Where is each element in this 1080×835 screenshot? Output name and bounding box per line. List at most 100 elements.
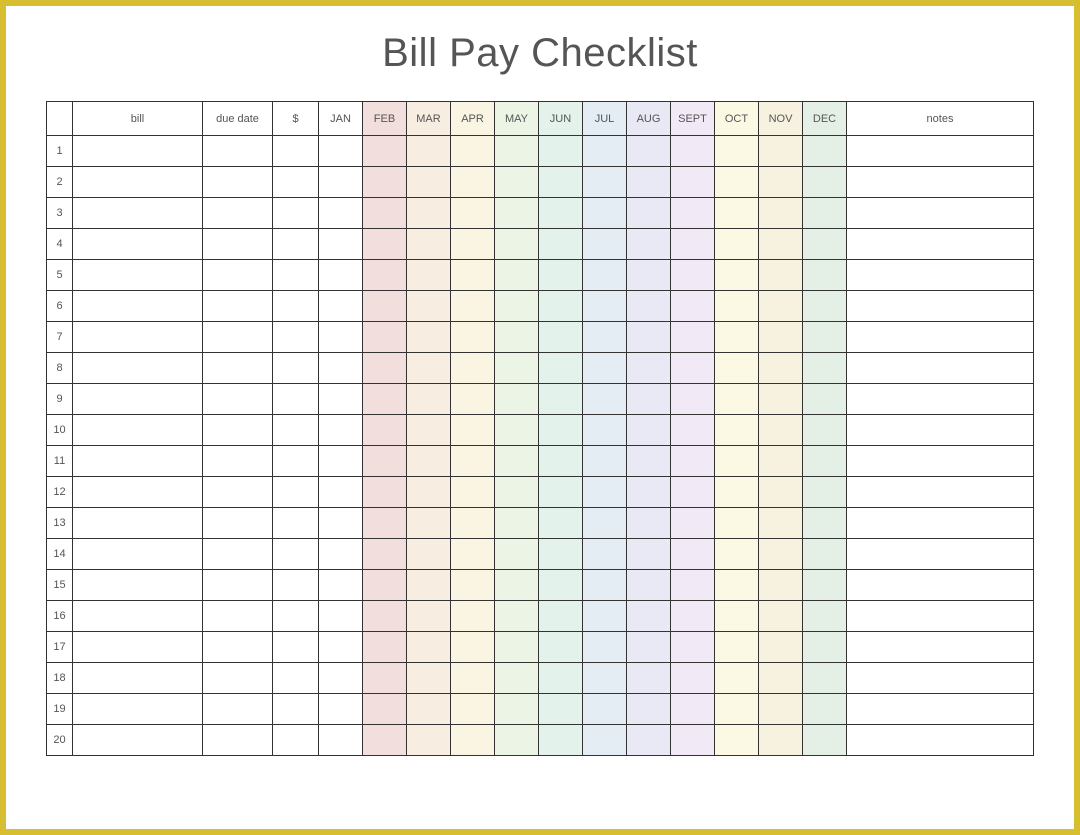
cell-month[interactable] bbox=[803, 353, 847, 384]
cell-month[interactable] bbox=[671, 632, 715, 663]
cell-month[interactable] bbox=[671, 694, 715, 725]
cell-month[interactable] bbox=[583, 198, 627, 229]
cell-month[interactable] bbox=[363, 477, 407, 508]
cell-month[interactable] bbox=[539, 136, 583, 167]
cell-due[interactable] bbox=[203, 694, 273, 725]
cell-amount[interactable] bbox=[273, 477, 319, 508]
cell-month[interactable] bbox=[539, 322, 583, 353]
cell-bill[interactable] bbox=[73, 508, 203, 539]
cell-month[interactable] bbox=[671, 198, 715, 229]
cell-month[interactable] bbox=[451, 322, 495, 353]
cell-month[interactable] bbox=[319, 415, 363, 446]
cell-notes[interactable] bbox=[847, 260, 1034, 291]
cell-month[interactable] bbox=[407, 570, 451, 601]
cell-month[interactable] bbox=[539, 167, 583, 198]
cell-month[interactable] bbox=[363, 446, 407, 477]
cell-amount[interactable] bbox=[273, 229, 319, 260]
cell-month[interactable] bbox=[803, 477, 847, 508]
cell-month[interactable] bbox=[319, 322, 363, 353]
cell-month[interactable] bbox=[495, 415, 539, 446]
cell-month[interactable] bbox=[539, 415, 583, 446]
cell-month[interactable] bbox=[319, 353, 363, 384]
cell-month[interactable] bbox=[319, 508, 363, 539]
cell-month[interactable] bbox=[627, 725, 671, 756]
cell-month[interactable] bbox=[583, 446, 627, 477]
cell-month[interactable] bbox=[539, 198, 583, 229]
cell-month[interactable] bbox=[539, 663, 583, 694]
cell-month[interactable] bbox=[451, 229, 495, 260]
cell-month[interactable] bbox=[539, 353, 583, 384]
cell-month[interactable] bbox=[319, 291, 363, 322]
cell-month[interactable] bbox=[803, 291, 847, 322]
cell-notes[interactable] bbox=[847, 322, 1034, 353]
cell-month[interactable] bbox=[715, 632, 759, 663]
cell-month[interactable] bbox=[583, 725, 627, 756]
cell-month[interactable] bbox=[495, 632, 539, 663]
cell-month[interactable] bbox=[495, 291, 539, 322]
cell-month[interactable] bbox=[363, 291, 407, 322]
cell-month[interactable] bbox=[539, 601, 583, 632]
cell-month[interactable] bbox=[627, 291, 671, 322]
cell-month[interactable] bbox=[319, 601, 363, 632]
cell-month[interactable] bbox=[583, 632, 627, 663]
cell-month[interactable] bbox=[759, 632, 803, 663]
cell-amount[interactable] bbox=[273, 353, 319, 384]
cell-month[interactable] bbox=[671, 539, 715, 570]
cell-due[interactable] bbox=[203, 322, 273, 353]
cell-month[interactable] bbox=[319, 384, 363, 415]
cell-month[interactable] bbox=[715, 384, 759, 415]
cell-month[interactable] bbox=[583, 539, 627, 570]
cell-month[interactable] bbox=[407, 198, 451, 229]
cell-month[interactable] bbox=[759, 570, 803, 601]
cell-month[interactable] bbox=[803, 508, 847, 539]
cell-month[interactable] bbox=[407, 601, 451, 632]
cell-month[interactable] bbox=[451, 601, 495, 632]
cell-notes[interactable] bbox=[847, 384, 1034, 415]
cell-notes[interactable] bbox=[847, 353, 1034, 384]
cell-month[interactable] bbox=[583, 291, 627, 322]
cell-month[interactable] bbox=[495, 198, 539, 229]
cell-amount[interactable] bbox=[273, 415, 319, 446]
cell-month[interactable] bbox=[451, 384, 495, 415]
cell-month[interactable] bbox=[363, 601, 407, 632]
cell-month[interactable] bbox=[803, 570, 847, 601]
cell-month[interactable] bbox=[407, 136, 451, 167]
cell-month[interactable] bbox=[495, 446, 539, 477]
cell-month[interactable] bbox=[803, 601, 847, 632]
cell-month[interactable] bbox=[715, 508, 759, 539]
cell-month[interactable] bbox=[495, 353, 539, 384]
cell-month[interactable] bbox=[495, 384, 539, 415]
cell-notes[interactable] bbox=[847, 601, 1034, 632]
cell-month[interactable] bbox=[451, 570, 495, 601]
cell-month[interactable] bbox=[539, 570, 583, 601]
cell-notes[interactable] bbox=[847, 632, 1034, 663]
cell-month[interactable] bbox=[671, 477, 715, 508]
cell-month[interactable] bbox=[715, 725, 759, 756]
cell-month[interactable] bbox=[407, 167, 451, 198]
cell-month[interactable] bbox=[671, 167, 715, 198]
cell-month[interactable] bbox=[671, 384, 715, 415]
cell-month[interactable] bbox=[627, 570, 671, 601]
cell-month[interactable] bbox=[363, 384, 407, 415]
cell-month[interactable] bbox=[715, 136, 759, 167]
cell-due[interactable] bbox=[203, 601, 273, 632]
cell-month[interactable] bbox=[627, 539, 671, 570]
cell-amount[interactable] bbox=[273, 570, 319, 601]
cell-month[interactable] bbox=[495, 136, 539, 167]
cell-month[interactable] bbox=[407, 725, 451, 756]
cell-month[interactable] bbox=[363, 415, 407, 446]
cell-month[interactable] bbox=[451, 198, 495, 229]
cell-due[interactable] bbox=[203, 167, 273, 198]
cell-notes[interactable] bbox=[847, 725, 1034, 756]
cell-amount[interactable] bbox=[273, 539, 319, 570]
cell-month[interactable] bbox=[495, 725, 539, 756]
cell-month[interactable] bbox=[627, 229, 671, 260]
cell-month[interactable] bbox=[715, 198, 759, 229]
cell-month[interactable] bbox=[539, 694, 583, 725]
cell-month[interactable] bbox=[583, 136, 627, 167]
cell-month[interactable] bbox=[407, 694, 451, 725]
cell-month[interactable] bbox=[627, 415, 671, 446]
cell-month[interactable] bbox=[495, 477, 539, 508]
cell-month[interactable] bbox=[495, 601, 539, 632]
cell-month[interactable] bbox=[319, 632, 363, 663]
